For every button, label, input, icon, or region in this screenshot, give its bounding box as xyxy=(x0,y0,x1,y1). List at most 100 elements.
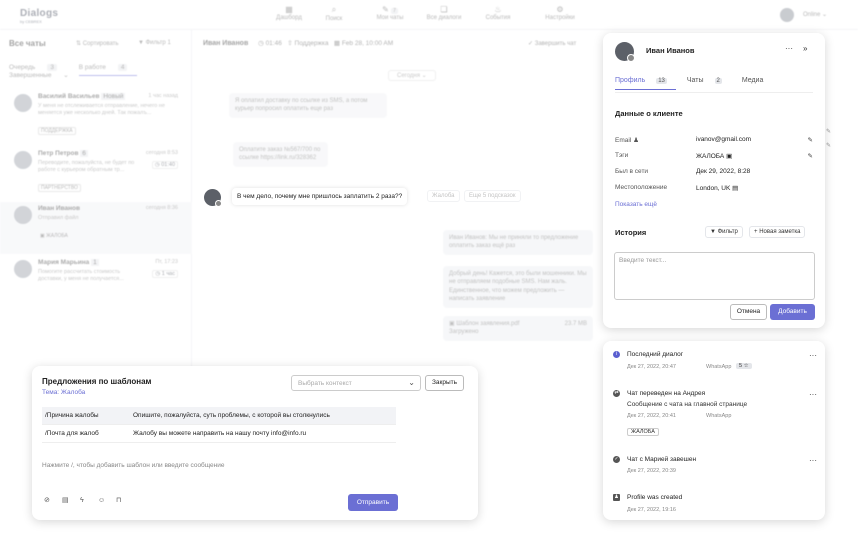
timer-text: 01:46 xyxy=(265,40,282,47)
conversation-item-selected[interactable]: Иван Иванов сегодня 8:36 Отправил файл ▣… xyxy=(0,202,192,254)
bolt-icon[interactable]: ϟ xyxy=(80,497,98,504)
top-navigation: Dialogs by CEBREX ▦ Дашборд ⌕ Поиск ✎ 7 Мои … xyxy=(0,0,858,30)
nav-label: Мои чаты xyxy=(376,15,404,21)
contact-name: Иван Иванов xyxy=(38,205,81,212)
conversation-item[interactable]: Петр Петров 6 сегодня 8:53 Переводите, п… xyxy=(0,147,192,199)
collapse-icon[interactable]: » xyxy=(803,44,807,53)
new-note-button[interactable]: + Новая заметка xyxy=(749,226,806,238)
department-text: Поддержка xyxy=(294,40,329,47)
status-dropdown[interactable]: Online ⌄ xyxy=(803,11,827,18)
event-date: Дек 27, 2022, 20:41 xyxy=(627,413,676,419)
filter-icon: ▼ xyxy=(710,229,716,235)
app-logo: Dialogs by CEBREX xyxy=(20,8,58,24)
chat-tabs: Очередь 3 В работе 4 Завершенные ⌄ xyxy=(9,64,191,79)
conversation-preview: Переводите, пожалуйста, не будет по рабо… xyxy=(38,160,135,174)
paperclip-icon[interactable]: ⊘ xyxy=(44,496,62,504)
user-icon: ♟ xyxy=(613,494,620,501)
conversation-preview: У меня не отслеживается отправление, неч… xyxy=(38,103,165,117)
template-table: /Причина жалобы Опишите, пожалуйста, суть… xyxy=(42,407,396,443)
tab-media[interactable]: Медиа xyxy=(742,77,764,84)
conversation-item[interactable]: Мария Марьина 1 Пт, 17:23 Помогите рассч… xyxy=(0,256,192,308)
finish-chat-button[interactable]: ✓ Завершить чат xyxy=(528,40,576,47)
show-more-link[interactable]: Показать ещё xyxy=(615,201,657,208)
bookmark-icon[interactable]: ⊓ xyxy=(116,496,134,504)
outgoing-message: Добрый день! Кажется, это были мошенники… xyxy=(443,266,593,308)
event-subtitle: Сообщение с чата на главной странице xyxy=(627,401,748,408)
nav-settings[interactable]: ⚙ Настройки xyxy=(530,5,590,21)
nav-events[interactable]: ♨ События xyxy=(468,5,528,21)
filter-button[interactable]: ▼ Фильтр 1 xyxy=(138,40,171,46)
contact-name-text: Василий Васильев xyxy=(38,93,100,100)
event-date: Дек 27, 2022, 20:39 xyxy=(627,468,676,474)
info-icon: i xyxy=(613,351,620,358)
timer-badge: ◷ 01:40 xyxy=(151,161,178,169)
conversation-tag: ПОДДЕРЖКА xyxy=(38,127,76,135)
user-avatar[interactable] xyxy=(780,8,794,22)
history-heading: История xyxy=(615,228,647,237)
tab-profile[interactable]: Профиль 13 xyxy=(615,77,676,90)
edit-icon[interactable]: ✎ xyxy=(808,136,813,144)
field-value: ЖАЛОБА ▣ xyxy=(696,152,732,160)
tab-count: 4 xyxy=(117,64,128,71)
file-attachment[interactable]: ▣ Шаблон заявления.pdf 23.7 MB Загружено xyxy=(443,316,593,341)
conversation-item[interactable]: Василий Васильев Новый 1 час назад У мен… xyxy=(0,90,192,142)
template-row[interactable]: /Причина жалобы Опишите, пожалуйста, суть… xyxy=(42,407,396,425)
timer-badge: ◷ 1 час xyxy=(152,270,178,278)
field-label: Местоположение xyxy=(615,184,668,191)
history-filter-button[interactable]: ▼ Фильтр xyxy=(705,226,743,238)
timer-text: 01:40 xyxy=(161,162,175,168)
close-button[interactable]: Закрыть xyxy=(425,375,465,391)
unread-badge: 6 xyxy=(80,150,88,157)
tab-queue[interactable]: Очередь 3 xyxy=(9,64,67,71)
add-button[interactable]: Добавить xyxy=(770,304,815,320)
tab-count: 3 xyxy=(47,64,57,71)
template-subject: Тема: Жалоба xyxy=(42,389,86,396)
quick-reply-complaint[interactable]: Жалоба xyxy=(427,190,460,202)
template-row[interactable]: /Почта для жалоб Жалобу вы можете направи… xyxy=(42,424,396,443)
nav-label: Настройки xyxy=(545,15,575,21)
template-suggestions-card: Предложения по шаблонам Тема: Жалоба Выб… xyxy=(32,366,478,520)
event-channel: WhatsApp xyxy=(706,364,732,370)
client-data-heading: Данные о клиенте xyxy=(615,109,683,118)
tab-count: 2 xyxy=(714,78,722,84)
filter-label: Фильтр xyxy=(717,229,738,235)
note-textarea[interactable] xyxy=(614,252,815,300)
conversation-time: сегодня 8:53 xyxy=(145,150,178,156)
nav-label: Поиск xyxy=(325,16,343,22)
quick-reply-more[interactable]: Еще 5 подсказок xyxy=(464,190,521,202)
new-note-label: Новая заметка xyxy=(759,229,801,235)
archive-icon[interactable]: ▤ xyxy=(62,496,80,504)
nav-my-chats[interactable]: ✎ 7 Мои чаты xyxy=(360,5,420,21)
new-badge: Новый xyxy=(101,93,126,100)
timer-text: 1 час xyxy=(161,271,175,277)
profile-tabs: Профиль 13 Чаты 2 Медиа xyxy=(615,77,813,93)
smile-icon[interactable]: ☺ xyxy=(98,497,116,504)
more-icon[interactable]: ··· xyxy=(785,44,793,53)
field-label: Тэги xyxy=(615,152,629,159)
nav-label: Дашборд xyxy=(276,15,302,21)
context-select[interactable]: Выбрать контекст ⌄ xyxy=(291,375,421,391)
send-button[interactable]: Отправить xyxy=(348,494,398,511)
plus-icon: + xyxy=(754,229,758,235)
cancel-button[interactable]: Отмена xyxy=(730,304,767,320)
more-icon[interactable]: ··· xyxy=(809,351,817,360)
conversation-time: Пт, 17:23 xyxy=(155,259,178,265)
tab-label: Завершенные xyxy=(9,72,52,79)
day-divider[interactable]: Сегодня ⌄ xyxy=(388,70,436,81)
history-timeline-card: i Последний диалог Дек 27, 2022, 20:47 W… xyxy=(603,341,825,520)
tab-chats[interactable]: Чаты 2 xyxy=(687,77,731,84)
message-input-hint[interactable]: Нажмите /, чтобы добавить шаблон или вве… xyxy=(42,462,225,469)
avatar xyxy=(14,151,32,169)
more-icon[interactable]: ··· xyxy=(809,456,817,465)
nav-all-dialogs[interactable]: ❏ Все диалоги xyxy=(414,5,474,21)
template-text: Опишите, пожалуйста, суть проблемы, с ко… xyxy=(130,407,396,425)
edit-icon[interactable]: ✎ xyxy=(808,152,813,160)
sort-button[interactable]: ⇅ Сортировать xyxy=(76,40,119,47)
tab-in-progress[interactable]: В работе 4 xyxy=(78,64,138,76)
field-value: Дек 29, 2022, 8:28 xyxy=(696,168,751,175)
system-message: Оплатите заказ №567/700 по ссылке https:… xyxy=(233,142,328,167)
nav-search[interactable]: ⌕ Поиск xyxy=(304,5,364,22)
file-size: 23.7 MB xyxy=(564,321,587,327)
more-icon[interactable]: ··· xyxy=(809,390,817,399)
tab-finished[interactable]: Завершенные ⌄ xyxy=(9,72,69,79)
